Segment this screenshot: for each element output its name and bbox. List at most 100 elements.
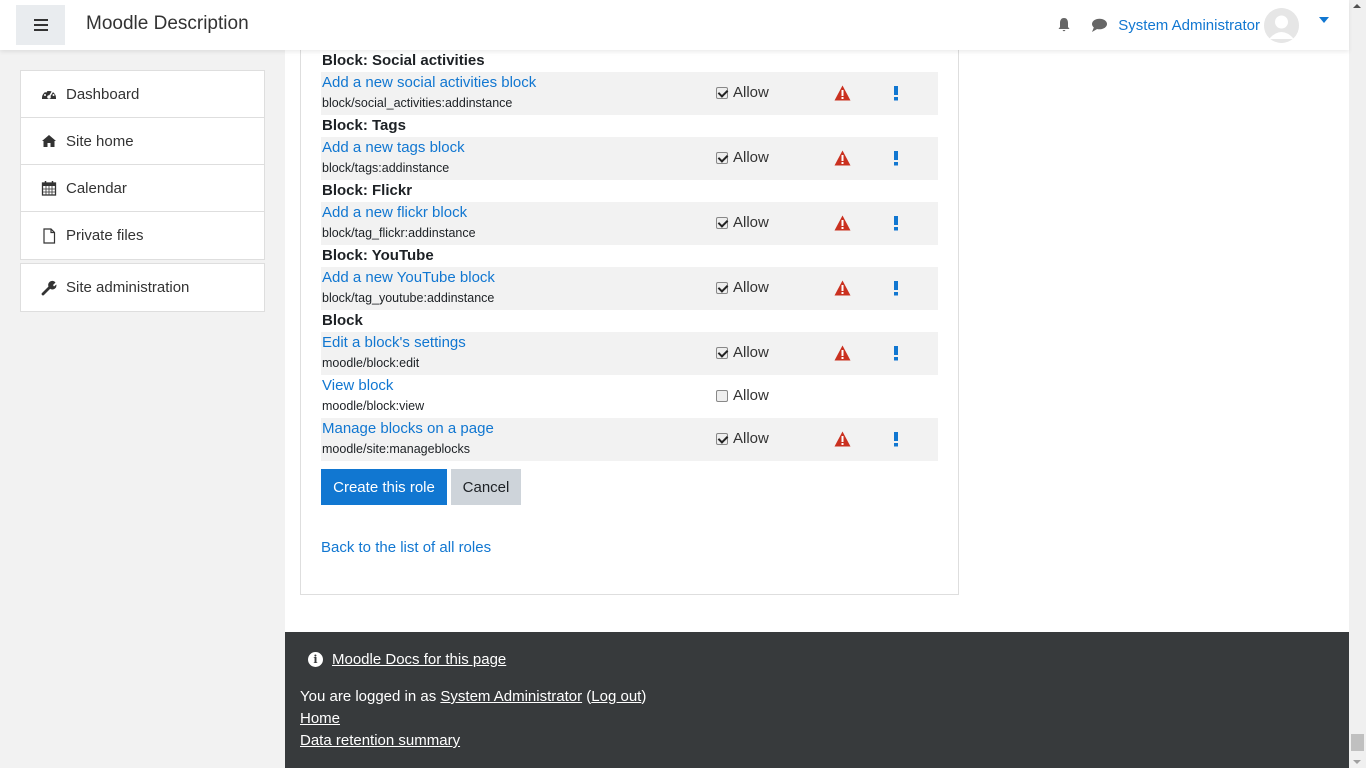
allow-checkbox[interactable] <box>716 389 728 402</box>
sidebar-item-label: Site home <box>66 132 134 150</box>
permission-name-link[interactable]: Add a new YouTube block <box>322 269 495 286</box>
permission-name-link[interactable]: Manage blocks on a page <box>322 420 494 437</box>
allow-checkbox[interactable] <box>716 281 728 294</box>
permission-row: Edit a block's settings moodle/block:edit… <box>321 332 938 375</box>
site-title[interactable]: Moodle Description <box>86 13 249 35</box>
allow-checkbox[interactable] <box>716 432 728 445</box>
moodle-docs-link[interactable]: Moodle Docs for this page <box>332 651 506 668</box>
sidebar-item-site-home[interactable]: Site home <box>21 118 264 165</box>
permission-row: Manage blocks on a page moodle/site:manag… <box>321 418 938 461</box>
sidebar-main-nav: Dashboard Site home Calendar Private fil… <box>20 70 265 260</box>
permissions-table: Block: Social activities Add a new social… <box>321 50 938 461</box>
risk-warning-icon[interactable] <box>834 215 851 231</box>
data-retention-link[interactable]: Data retention summary <box>300 732 460 749</box>
drawer-toggle-button[interactable] <box>16 5 65 45</box>
permission-name-link[interactable]: Edit a block's settings <box>322 334 466 351</box>
sidebar-item-dashboard[interactable]: Dashboard <box>21 71 264 118</box>
home-link[interactable]: Home <box>300 710 340 727</box>
user-navigation: System Administrator <box>1056 7 1329 43</box>
profile-link[interactable]: System Administrator <box>440 688 582 705</box>
chat-icon[interactable] <box>1090 17 1108 33</box>
login-info: You are logged in as System Administrato… <box>300 688 646 705</box>
home-icon <box>41 133 57 149</box>
allow-checkbox[interactable] <box>716 346 728 359</box>
category-heading: Block <box>322 312 363 329</box>
capability-name: block/tag_youtube:addinstance <box>322 291 495 305</box>
permission-name-link[interactable]: Add a new tags block <box>322 139 465 156</box>
capability-name: block/tag_flickr:addinstance <box>322 226 476 240</box>
allow-checkbox-label[interactable]: Allow <box>716 344 769 361</box>
category-heading: Block: YouTube <box>322 247 434 264</box>
allow-checkbox[interactable] <box>716 151 728 164</box>
cancel-button[interactable]: Cancel <box>451 469 521 505</box>
user-menu-caret-icon[interactable] <box>1319 17 1329 23</box>
sidebar-item-private-files[interactable]: Private files <box>21 212 264 259</box>
risk-exclamation-icon[interactable] <box>893 84 899 102</box>
avatar[interactable] <box>1264 7 1299 43</box>
logged-in-prefix: You are logged in as <box>300 688 441 705</box>
paren-close: ) <box>641 688 647 705</box>
logout-link[interactable]: Log out <box>591 688 641 705</box>
allow-checkbox-label[interactable]: Allow <box>716 149 769 166</box>
page-footer: i Moodle Docs for this page You are logg… <box>285 632 1349 768</box>
permission-row: Add a new tags block block/tags:addinstan… <box>321 137 938 180</box>
risk-exclamation-icon[interactable] <box>893 214 899 232</box>
bell-icon[interactable] <box>1056 17 1072 33</box>
permission-name-link[interactable]: Add a new social activities block <box>322 74 536 91</box>
permission-row: Add a new YouTube block block/tag_youtube… <box>321 267 938 310</box>
capability-name: moodle/site:manageblocks <box>322 442 470 456</box>
sidebar-item-label: Dashboard <box>66 85 140 103</box>
allow-checkbox-label[interactable]: Allow <box>716 387 769 404</box>
risk-warning-icon[interactable] <box>834 85 851 101</box>
sidebar-item-calendar[interactable]: Calendar <box>21 165 264 212</box>
docs-link-row: i Moodle Docs for this page <box>308 651 506 668</box>
scroll-down-arrow-icon[interactable] <box>1353 760 1361 764</box>
risk-exclamation-icon[interactable] <box>893 149 899 167</box>
user-menu-name[interactable]: System Administrator <box>1118 17 1260 34</box>
scroll-up-arrow-icon[interactable] <box>1353 4 1361 8</box>
capability-name: block/social_activities:addinstance <box>322 96 513 110</box>
allow-checkbox-label[interactable]: Allow <box>716 84 769 101</box>
category-heading: Block: Social activities <box>322 52 485 69</box>
risk-warning-icon[interactable] <box>834 280 851 296</box>
hamburger-icon <box>33 19 48 31</box>
allow-checkbox[interactable] <box>716 216 728 229</box>
risk-exclamation-icon[interactable] <box>893 279 899 297</box>
scroll-thumb[interactable] <box>1351 734 1364 751</box>
allow-checkbox[interactable] <box>716 86 728 99</box>
permission-row: Add a new flickr block block/tag_flickr:a… <box>321 202 938 245</box>
allow-checkbox-label[interactable]: Allow <box>716 214 769 231</box>
calendar-icon <box>41 180 57 196</box>
allow-label: Allow <box>733 430 769 447</box>
file-icon <box>41 227 57 244</box>
allow-label: Allow <box>733 387 769 404</box>
risk-warning-icon[interactable] <box>834 150 851 166</box>
risk-exclamation-icon[interactable] <box>893 430 899 448</box>
wrench-icon <box>41 280 57 296</box>
permission-name-link[interactable]: View block <box>322 377 393 394</box>
back-to-roles-link[interactable]: Back to the list of all roles <box>321 539 491 556</box>
category-heading: Block: Tags <box>322 117 406 134</box>
allow-label: Allow <box>733 279 769 296</box>
risk-warning-icon[interactable] <box>834 431 851 447</box>
risk-exclamation-icon[interactable] <box>893 344 899 362</box>
category-heading: Block: Flickr <box>322 182 413 199</box>
sidebar-item-label: Site administration <box>66 279 190 296</box>
allow-checkbox-label[interactable]: Allow <box>716 279 769 296</box>
user-silhouette-icon <box>1264 7 1299 43</box>
permission-row: Add a new social activities block block/s… <box>321 72 938 115</box>
permission-row: View block moodle/block:view Allow <box>321 375 938 418</box>
permission-name-link[interactable]: Add a new flickr block <box>322 204 467 221</box>
allow-label: Allow <box>733 344 769 361</box>
sidebar-item-label: Calendar <box>66 179 127 197</box>
sidebar-item-site-administration[interactable]: Site administration <box>21 264 264 311</box>
info-icon: i <box>308 652 323 667</box>
capability-name: moodle/block:edit <box>322 356 420 370</box>
allow-checkbox-label[interactable]: Allow <box>716 430 769 447</box>
page-scrollbar[interactable] <box>1349 0 1366 768</box>
capability-name: block/tags:addinstance <box>322 161 450 175</box>
sidebar-item-label: Private files <box>66 227 144 244</box>
create-role-button[interactable]: Create this role <box>321 469 447 505</box>
capability-name: moodle/block:view <box>322 399 425 413</box>
risk-warning-icon[interactable] <box>834 345 851 361</box>
